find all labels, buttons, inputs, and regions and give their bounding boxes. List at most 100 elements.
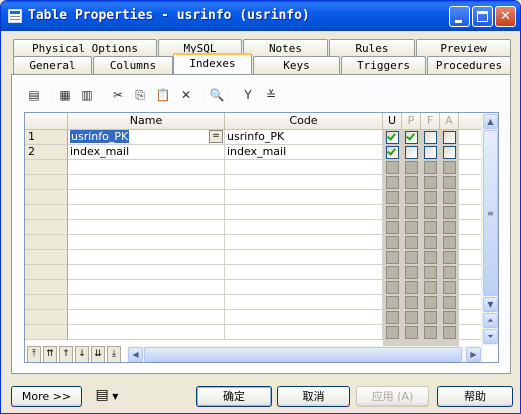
minimize-button[interactable]	[449, 6, 470, 27]
checkbox-a[interactable]	[443, 281, 456, 294]
cell-name[interactable]: = usrinfo_PK	[68, 130, 225, 145]
checkbox-u[interactable]	[386, 176, 399, 189]
checkbox-a[interactable]	[443, 161, 456, 174]
checkbox-a[interactable]	[443, 266, 456, 279]
checkbox-f[interactable]	[424, 326, 437, 339]
tab-triggers[interactable]: Triggers	[341, 56, 426, 74]
vertical-scrollbar[interactable]: ▲ ≡ ▼ ⏶ ⏷	[481, 113, 498, 346]
column-header-name[interactable]: Name	[68, 113, 225, 130]
checkbox-f[interactable]	[424, 176, 437, 189]
checkbox-u[interactable]	[386, 161, 399, 174]
scroll-down-arrow-icon[interactable]: ▼	[483, 297, 498, 312]
customize-columns-icon[interactable]: ≚	[262, 87, 280, 103]
checkbox-u[interactable]	[386, 206, 399, 219]
scroll-right-arrow-icon[interactable]: ▶	[466, 347, 481, 362]
add-row-icon[interactable]: ▦	[56, 87, 74, 103]
ok-button[interactable]: 确定	[196, 386, 272, 407]
help-button[interactable]: 帮助	[437, 386, 513, 407]
checkbox-a[interactable]	[443, 221, 456, 234]
more-button[interactable]: More >>	[11, 386, 82, 407]
cell-code[interactable]	[225, 250, 383, 265]
cell-code[interactable]	[225, 160, 383, 175]
cell-name[interactable]	[68, 280, 225, 295]
cell-name[interactable]	[68, 265, 225, 280]
column-header-code[interactable]: Code	[225, 113, 383, 130]
checkbox-p[interactable]	[405, 131, 418, 144]
checkbox-u[interactable]	[386, 266, 399, 279]
checkbox-a[interactable]	[443, 326, 456, 339]
checkbox-p[interactable]	[405, 266, 418, 279]
row-header[interactable]	[25, 265, 68, 280]
checkbox-u[interactable]	[386, 191, 399, 204]
cell-name[interactable]	[68, 160, 225, 175]
cell-name[interactable]	[68, 250, 225, 265]
cell-name[interactable]: index_mail	[68, 145, 225, 160]
checkbox-f[interactable]	[424, 146, 437, 159]
cell-code[interactable]	[225, 310, 383, 325]
view-options-button[interactable]: ▤ ▼	[89, 386, 125, 407]
cell-name[interactable]	[68, 310, 225, 325]
move-bottom-icon[interactable]: ⤓	[107, 346, 121, 362]
name-edit-button[interactable]: =	[209, 130, 223, 143]
checkbox-a[interactable]	[443, 131, 456, 144]
cell-code[interactable]	[225, 325, 383, 340]
close-button[interactable]: ✕	[495, 6, 516, 27]
move-up-icon[interactable]: ↑	[59, 346, 73, 362]
tab-procedures[interactable]: Procedures	[427, 56, 511, 74]
row-header[interactable]	[25, 190, 68, 205]
checkbox-f[interactable]	[424, 251, 437, 264]
cell-name[interactable]	[68, 295, 225, 310]
checkbox-p[interactable]	[405, 191, 418, 204]
checkbox-u[interactable]	[386, 326, 399, 339]
find-icon[interactable]: 🔍	[208, 87, 226, 103]
checkbox-a[interactable]	[443, 296, 456, 309]
checkbox-u[interactable]	[386, 311, 399, 324]
insert-row-icon[interactable]: ▥	[78, 87, 96, 103]
copy-icon[interactable]: ⎘	[131, 87, 149, 103]
checkbox-f[interactable]	[424, 221, 437, 234]
cell-code[interactable]	[225, 205, 383, 220]
tab-physical-options[interactable]: Physical Options	[13, 39, 157, 57]
checkbox-f[interactable]	[424, 236, 437, 249]
checkbox-a[interactable]	[443, 176, 456, 189]
cell-code[interactable]	[225, 280, 383, 295]
cell-name[interactable]	[68, 205, 225, 220]
cell-name[interactable]	[68, 190, 225, 205]
checkbox-a[interactable]	[443, 206, 456, 219]
checkbox-u[interactable]	[386, 296, 399, 309]
column-header-unique[interactable]: U	[383, 113, 402, 130]
tab-indexes[interactable]: Indexes	[173, 53, 252, 74]
page-down-icon[interactable]: ⏷	[483, 329, 498, 344]
checkbox-p[interactable]	[405, 311, 418, 324]
checkbox-p[interactable]	[405, 146, 418, 159]
checkbox-p[interactable]	[405, 221, 418, 234]
row-header[interactable]	[25, 160, 68, 175]
cell-code[interactable]	[225, 190, 383, 205]
checkbox-p[interactable]	[405, 326, 418, 339]
title-bar[interactable]: Table Properties - usrinfo (usrinfo) ✕	[1, 1, 520, 31]
row-header[interactable]: 1	[25, 130, 68, 145]
column-header-primary[interactable]: P	[402, 113, 421, 130]
checkbox-a[interactable]	[443, 251, 456, 264]
checkbox-u[interactable]	[386, 131, 399, 144]
checkbox-a[interactable]	[443, 191, 456, 204]
row-header[interactable]	[25, 325, 68, 340]
paste-icon[interactable]: 📋	[154, 87, 172, 103]
checkbox-f[interactable]	[424, 296, 437, 309]
row-header[interactable]	[25, 205, 68, 220]
checkbox-f[interactable]	[424, 206, 437, 219]
checkbox-p[interactable]	[405, 251, 418, 264]
scroll-left-arrow-icon[interactable]: ◀	[128, 347, 143, 362]
checkbox-a[interactable]	[443, 311, 456, 324]
row-header[interactable]	[25, 310, 68, 325]
checkbox-u[interactable]	[386, 146, 399, 159]
tab-rules[interactable]: Rules	[329, 39, 415, 57]
cell-code[interactable]	[225, 235, 383, 250]
row-header[interactable]	[25, 280, 68, 295]
move-top-icon[interactable]: ⤒	[27, 346, 41, 362]
checkbox-p[interactable]	[405, 176, 418, 189]
move-page-down-icon[interactable]: ⇊	[91, 346, 105, 362]
checkbox-u[interactable]	[386, 251, 399, 264]
tab-general[interactable]: General	[13, 56, 92, 74]
tab-notes[interactable]: Notes	[243, 39, 328, 57]
